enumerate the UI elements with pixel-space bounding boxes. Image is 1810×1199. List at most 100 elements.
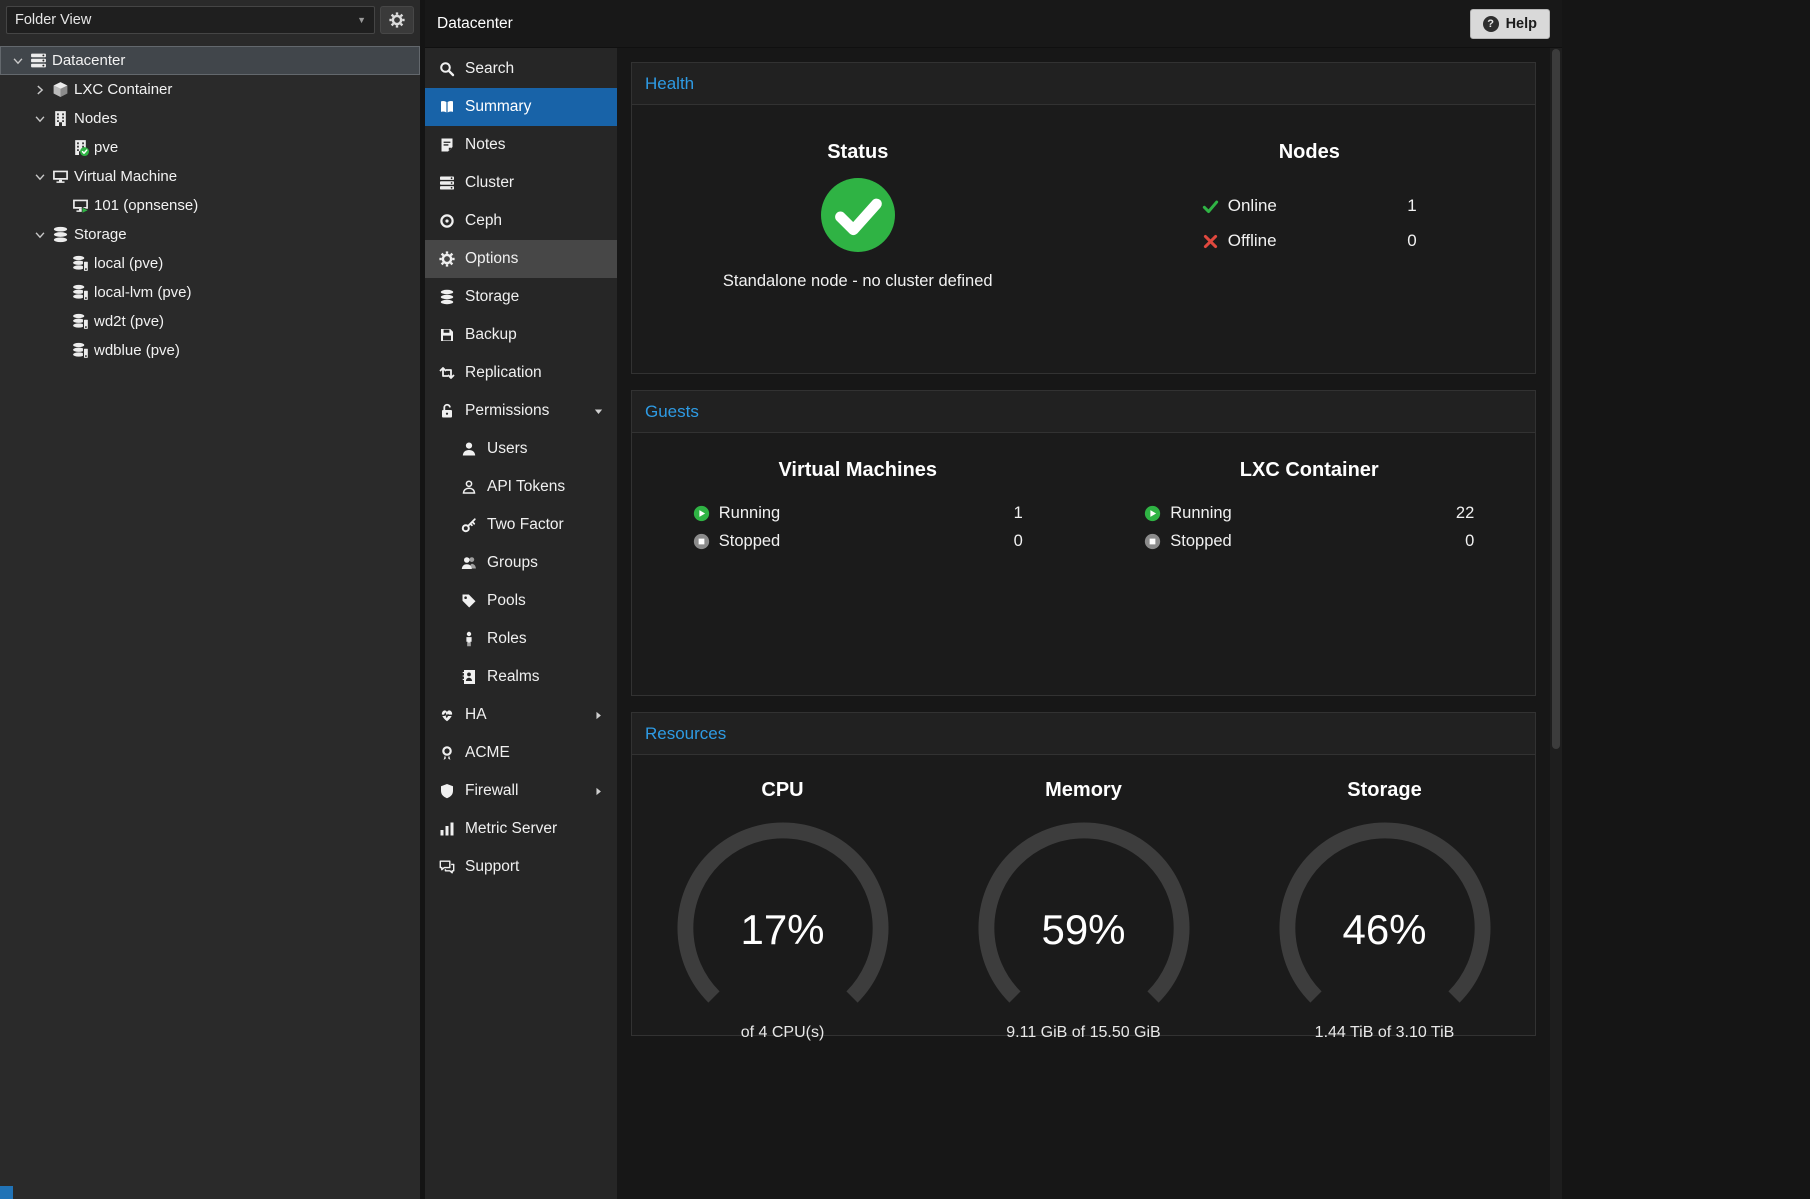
online-value: 1 <box>1407 196 1416 216</box>
resource-tree-panel: Folder View ▼ Datacenter LXC Container <box>0 0 420 1199</box>
datacenter-menu: Search Summary Notes Cluster Ceph <box>425 48 617 1199</box>
storage-disk-icon <box>72 313 89 330</box>
guests-panel-header: Guests <box>632 391 1535 433</box>
shield-icon <box>439 783 455 799</box>
tree-settings-button[interactable] <box>380 6 414 34</box>
check-icon <box>1202 198 1219 215</box>
view-mode-select[interactable]: Folder View ▼ <box>6 6 375 34</box>
tree-item-label: LXC Container <box>74 81 172 98</box>
tree-item-storage-wd2t[interactable]: wd2t (pve) <box>0 307 420 336</box>
tree-item-label: pve <box>94 139 118 156</box>
database-icon <box>439 289 455 305</box>
menu-item-acme[interactable]: ACME <box>425 734 617 772</box>
database-icon <box>52 226 69 243</box>
menu-item-groups[interactable]: Groups <box>425 544 617 582</box>
tree-item-pve[interactable]: pve <box>0 133 420 162</box>
tree-item-storage-wdblue[interactable]: wdblue (pve) <box>0 336 420 365</box>
lxc-stopped-row: Stopped 0 <box>1144 532 1474 551</box>
menu-item-label: Cluster <box>465 174 514 192</box>
running-value: 22 <box>1456 504 1474 523</box>
monitor-icon <box>52 168 69 185</box>
menu-item-label: Backup <box>465 326 517 344</box>
guests-vm-column: Virtual Machines Running 1 Stopped <box>632 433 1084 695</box>
tree-item-storage[interactable]: Storage <box>0 220 420 249</box>
help-button[interactable]: ? Help <box>1470 9 1550 39</box>
tree-item-label: local-lvm (pve) <box>94 284 192 301</box>
menu-item-notes[interactable]: Notes <box>425 126 617 164</box>
tree-item-label: Datacenter <box>52 52 125 69</box>
menu-item-backup[interactable]: Backup <box>425 316 617 354</box>
tree-item-storage-local[interactable]: local (pve) <box>0 249 420 278</box>
menu-item-storage[interactable]: Storage <box>425 278 617 316</box>
menu-item-options[interactable]: Options <box>425 240 617 278</box>
storage-disk-icon <box>72 342 89 359</box>
lxc-running-row: Running 22 <box>1144 504 1474 523</box>
chevron-down-icon[interactable] <box>11 54 25 68</box>
guests-lxc-column: LXC Container Running 22 Stopped <box>1084 433 1536 695</box>
offline-label: Offline <box>1228 231 1277 251</box>
tree-item-virtual-machine[interactable]: Virtual Machine <box>0 162 420 191</box>
vm-running-icon <box>72 197 89 214</box>
cpu-column: CPU 17% of 4 CPU(s) <box>632 755 933 1035</box>
menu-item-ha[interactable]: HA <box>425 696 617 734</box>
splitter-expand-handle[interactable] <box>0 1186 13 1199</box>
storage-disk-icon <box>72 284 89 301</box>
menu-item-api-tokens[interactable]: API Tokens <box>425 468 617 506</box>
scrollbar-thumb[interactable] <box>1552 49 1560 749</box>
menu-item-firewall[interactable]: Firewall <box>425 772 617 810</box>
gear-icon <box>389 12 405 28</box>
menu-item-replication[interactable]: Replication <box>425 354 617 392</box>
vm-stopped-row: Stopped 0 <box>693 532 1023 551</box>
key-icon <box>461 517 477 533</box>
menu-item-summary[interactable]: Summary <box>425 88 617 126</box>
node-online-icon <box>72 139 89 156</box>
stopped-label: Stopped <box>719 532 780 551</box>
menu-item-cluster[interactable]: Cluster <box>425 164 617 202</box>
menu-item-label: Notes <box>465 136 506 154</box>
menu-item-two-factor[interactable]: Two Factor <box>425 506 617 544</box>
summary-content: Health Status Standalone node - no clust… <box>617 48 1550 1199</box>
tree-item-label: Nodes <box>74 110 117 127</box>
menu-item-permissions[interactable]: Permissions <box>425 392 617 430</box>
menu-item-label: Realms <box>487 668 540 686</box>
vm-running-row: Running 1 <box>693 504 1023 523</box>
chevron-right-icon[interactable] <box>33 83 47 97</box>
nodes-heading: Nodes <box>1084 141 1536 164</box>
health-nodes-column: Nodes Online 1 Offline 0 <box>1084 105 1536 373</box>
chevron-down-icon: ▼ <box>357 15 366 25</box>
tree-item-label: wdblue (pve) <box>94 342 180 359</box>
note-icon <box>439 137 455 153</box>
menu-item-search[interactable]: Search <box>425 50 617 88</box>
menu-item-users[interactable]: Users <box>425 430 617 468</box>
tree-item-label: 101 (opnsense) <box>94 197 198 214</box>
menu-item-ceph[interactable]: Ceph <box>425 202 617 240</box>
tree-item-nodes[interactable]: Nodes <box>0 104 420 133</box>
stopped-value: 0 <box>1014 532 1023 551</box>
menu-item-roles[interactable]: Roles <box>425 620 617 658</box>
chevron-down-icon[interactable] <box>33 170 47 184</box>
tree-item-lxc-container[interactable]: LXC Container <box>0 75 420 104</box>
health-panel: Health Status Standalone node - no clust… <box>631 62 1536 374</box>
menu-item-label: API Tokens <box>487 478 565 496</box>
menu-item-metric-server[interactable]: Metric Server <box>425 810 617 848</box>
menu-item-label: Summary <box>465 98 531 116</box>
tree-item-storage-local-lvm[interactable]: local-lvm (pve) <box>0 278 420 307</box>
menu-item-pools[interactable]: Pools <box>425 582 617 620</box>
menu-item-support[interactable]: Support <box>425 848 617 886</box>
chevron-down-icon[interactable] <box>33 228 47 242</box>
health-status-column: Status Standalone node - no cluster defi… <box>632 105 1084 373</box>
menu-item-label: Options <box>465 250 518 268</box>
server-icon <box>439 175 455 191</box>
floppy-icon <box>439 327 455 343</box>
menu-item-realms[interactable]: Realms <box>425 658 617 696</box>
tree-item-vm-101[interactable]: 101 (opnsense) <box>0 191 420 220</box>
scrollbar[interactable] <box>1550 48 1562 1199</box>
proxmox-app: Folder View ▼ Datacenter LXC Container <box>0 0 1562 1199</box>
chevron-down-icon[interactable] <box>33 112 47 126</box>
memory-column: Memory 59% 9.11 GiB of 15.50 GiB <box>933 755 1234 1035</box>
cpu-heading: CPU <box>632 779 933 802</box>
tree-header: Folder View ▼ <box>0 0 420 40</box>
person-icon <box>461 631 477 647</box>
menu-item-label: Groups <box>487 554 538 572</box>
tree-item-datacenter[interactable]: Datacenter <box>0 46 420 75</box>
